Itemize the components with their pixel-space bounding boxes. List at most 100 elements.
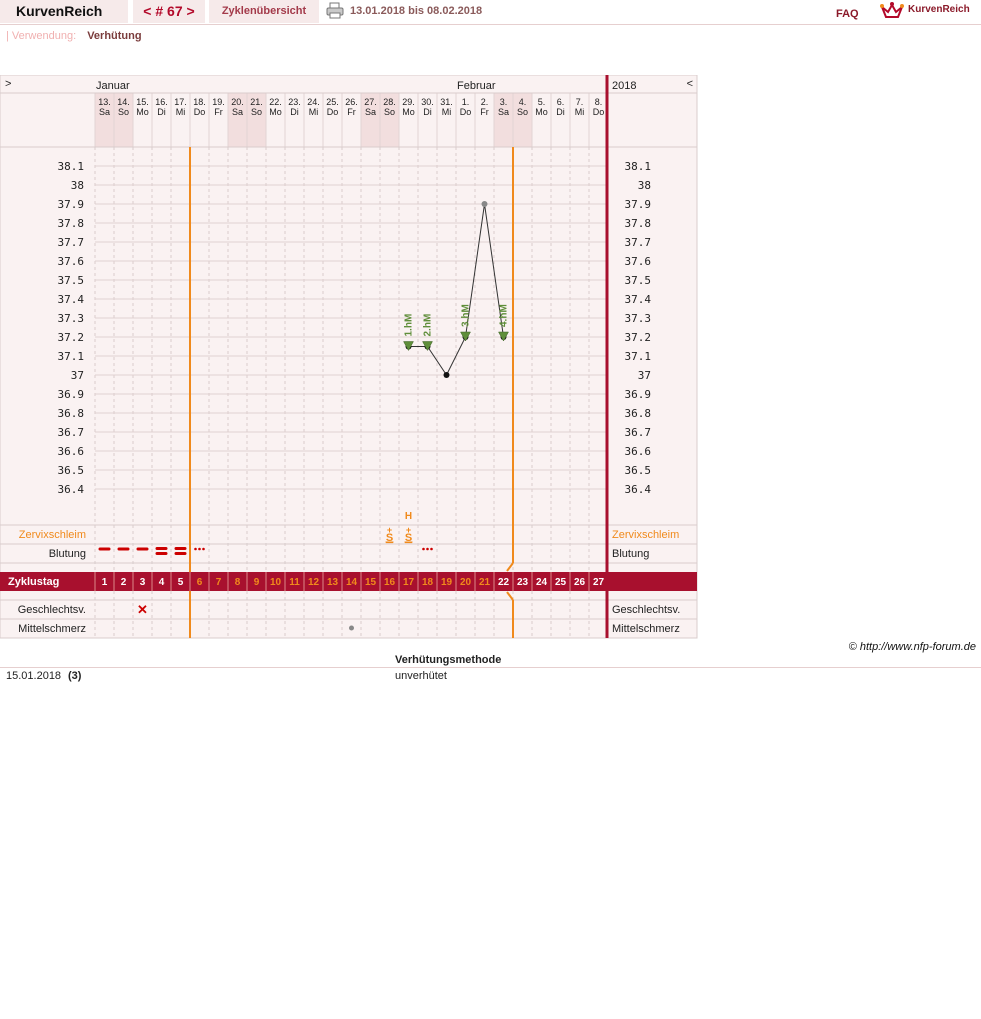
y-tick-right: 37.6 — [625, 255, 652, 268]
cycle-day-number: 19 — [441, 577, 453, 588]
day-date: 8. — [595, 97, 603, 107]
cycle-day-number: 15 — [365, 577, 377, 588]
day-weekday: Sa — [99, 107, 110, 117]
temperature-point — [443, 372, 450, 378]
bleeding-strong-mark — [174, 547, 187, 550]
y-tick-right: 36.4 — [625, 483, 652, 496]
bleeding-spot-mark — [202, 547, 205, 551]
year-label: 2018 — [612, 80, 636, 92]
top-bar: KurvenReich < # 67 > Zyklenübersicht 13.… — [0, 0, 981, 25]
row-label-bleeding: Blutung — [49, 548, 86, 560]
bleeding-strong-mark — [136, 547, 149, 551]
cycle-day-number: 4 — [159, 577, 165, 588]
day-weekday: Do — [593, 107, 605, 117]
day-weekday: Di — [556, 107, 565, 117]
day-date: 25. — [326, 97, 339, 107]
cycle-day-number: 10 — [270, 577, 282, 588]
y-tick-right: 38.1 — [625, 160, 652, 173]
day-date: 14. — [117, 97, 130, 107]
usage-value: Verhütung — [87, 30, 142, 42]
day-date: 19. — [212, 97, 225, 107]
y-tick-right: 36.7 — [625, 426, 652, 439]
row-label-cervix: Zervixschleim — [19, 529, 86, 541]
y-tick-left: 37.9 — [58, 198, 85, 211]
row-label-intercourse-right: Geschlechtsv. — [612, 604, 680, 616]
day-weekday: Sa — [498, 107, 509, 117]
day-date: 2. — [481, 97, 489, 107]
day-date: 28. — [383, 97, 396, 107]
day-weekday: Mi — [442, 107, 452, 117]
month-label: Februar — [457, 80, 496, 92]
day-weekday: Mo — [269, 107, 282, 117]
row-label-pain-right: Mittelschmerz — [612, 623, 680, 635]
y-tick-left: 37 — [71, 369, 84, 382]
bleeding-spot-mark — [198, 547, 201, 551]
cycle-day-number: 3 — [140, 577, 146, 588]
day-date: 13. — [98, 97, 111, 107]
day-date: 23. — [288, 97, 301, 107]
y-tick-right: 37.2 — [625, 331, 652, 344]
y-tick-left: 37.4 — [58, 293, 85, 306]
cycle-day-number: 13 — [327, 577, 339, 588]
row-label-cervix-right: Zervixschleim — [612, 529, 679, 541]
temperature-point — [481, 201, 488, 207]
day-date: 7. — [576, 97, 584, 107]
y-tick-left: 36.6 — [58, 445, 85, 458]
y-tick-left: 36.7 — [58, 426, 85, 439]
brand-title[interactable]: KurvenReich — [0, 0, 128, 23]
bleeding-spot-mark — [426, 547, 429, 551]
faq-link[interactable]: FAQ — [836, 3, 859, 26]
day-weekday: Mi — [309, 107, 319, 117]
y-tick-left: 37.8 — [58, 217, 85, 230]
day-date: 22. — [269, 97, 282, 107]
cycle-overview-link[interactable]: Zyklenübersicht — [209, 0, 319, 23]
y-tick-left: 36.8 — [58, 407, 85, 420]
nav-next-arrow: < — [687, 78, 693, 90]
copyright[interactable]: © http://www.nfp-forum.de — [849, 641, 976, 653]
row-label-cycle-day: Zyklustag — [8, 576, 59, 588]
cycle-day-number: 11 — [289, 577, 300, 588]
printer-icon[interactable] — [326, 0, 344, 23]
cycle-day-number: 20 — [460, 577, 472, 588]
day-date: 24. — [307, 97, 320, 107]
mittelschmerz-mark — [349, 625, 354, 631]
cycle-day-number: 27 — [593, 577, 605, 588]
y-tick-left: 38 — [71, 179, 84, 192]
method-row: 15.01.2018 (3) unverhütet — [0, 667, 981, 682]
y-tick-right: 36.8 — [625, 407, 652, 420]
day-date: 1. — [462, 97, 470, 107]
high-measurement-label: 1.hM — [404, 314, 415, 337]
cycle-day-number: 18 — [422, 577, 434, 588]
cycle-day-number: 12 — [308, 577, 320, 588]
y-tick-right: 37.8 — [625, 217, 652, 230]
day-date: 21. — [250, 97, 263, 107]
cycle-day-number: 9 — [254, 577, 260, 588]
cycle-day-number: 24 — [536, 577, 548, 588]
day-date: 29. — [402, 97, 415, 107]
bleeding-strong-mark — [174, 552, 187, 555]
cycle-day-number: 23 — [517, 577, 529, 588]
bleeding-spot-mark — [430, 547, 433, 551]
y-tick-left: 36.9 — [58, 388, 85, 401]
day-date: 30. — [421, 97, 434, 107]
y-tick-right: 38 — [638, 179, 651, 192]
day-weekday: Mo — [136, 107, 149, 117]
cycle-day-number: 16 — [384, 577, 396, 588]
day-weekday: So — [384, 107, 395, 117]
day-weekday: Do — [460, 107, 472, 117]
high-measurement-label: 3.hM — [461, 304, 472, 327]
cycle-day-number: 26 — [574, 577, 586, 588]
y-tick-left: 38.1 — [58, 160, 85, 173]
cycle-day-number: 25 — [555, 577, 567, 588]
day-weekday: Di — [157, 107, 166, 117]
logo-text: KurvenReich — [908, 4, 970, 15]
high-measurement-label: 4.hM — [499, 304, 510, 327]
logo[interactable]: KurvenReich — [880, 0, 980, 23]
cycle-number-nav[interactable]: < # 67 > — [133, 0, 205, 23]
bleeding-spot-mark — [194, 547, 197, 551]
day-weekday: Mo — [402, 107, 415, 117]
bleeding-strong-mark — [117, 547, 130, 551]
month-label: Januar — [96, 80, 130, 92]
day-date: 31. — [440, 97, 453, 107]
y-tick-left: 37.3 — [58, 312, 85, 325]
